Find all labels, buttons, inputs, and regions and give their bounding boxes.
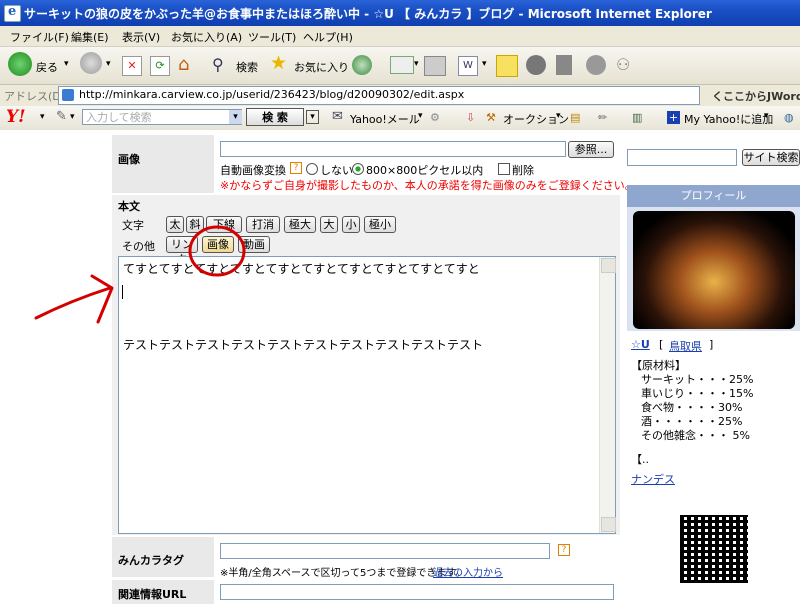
red-circle-annotation — [188, 225, 246, 277]
annotation-overlay — [34, 225, 246, 324]
red-arrow-annotation — [34, 274, 114, 324]
